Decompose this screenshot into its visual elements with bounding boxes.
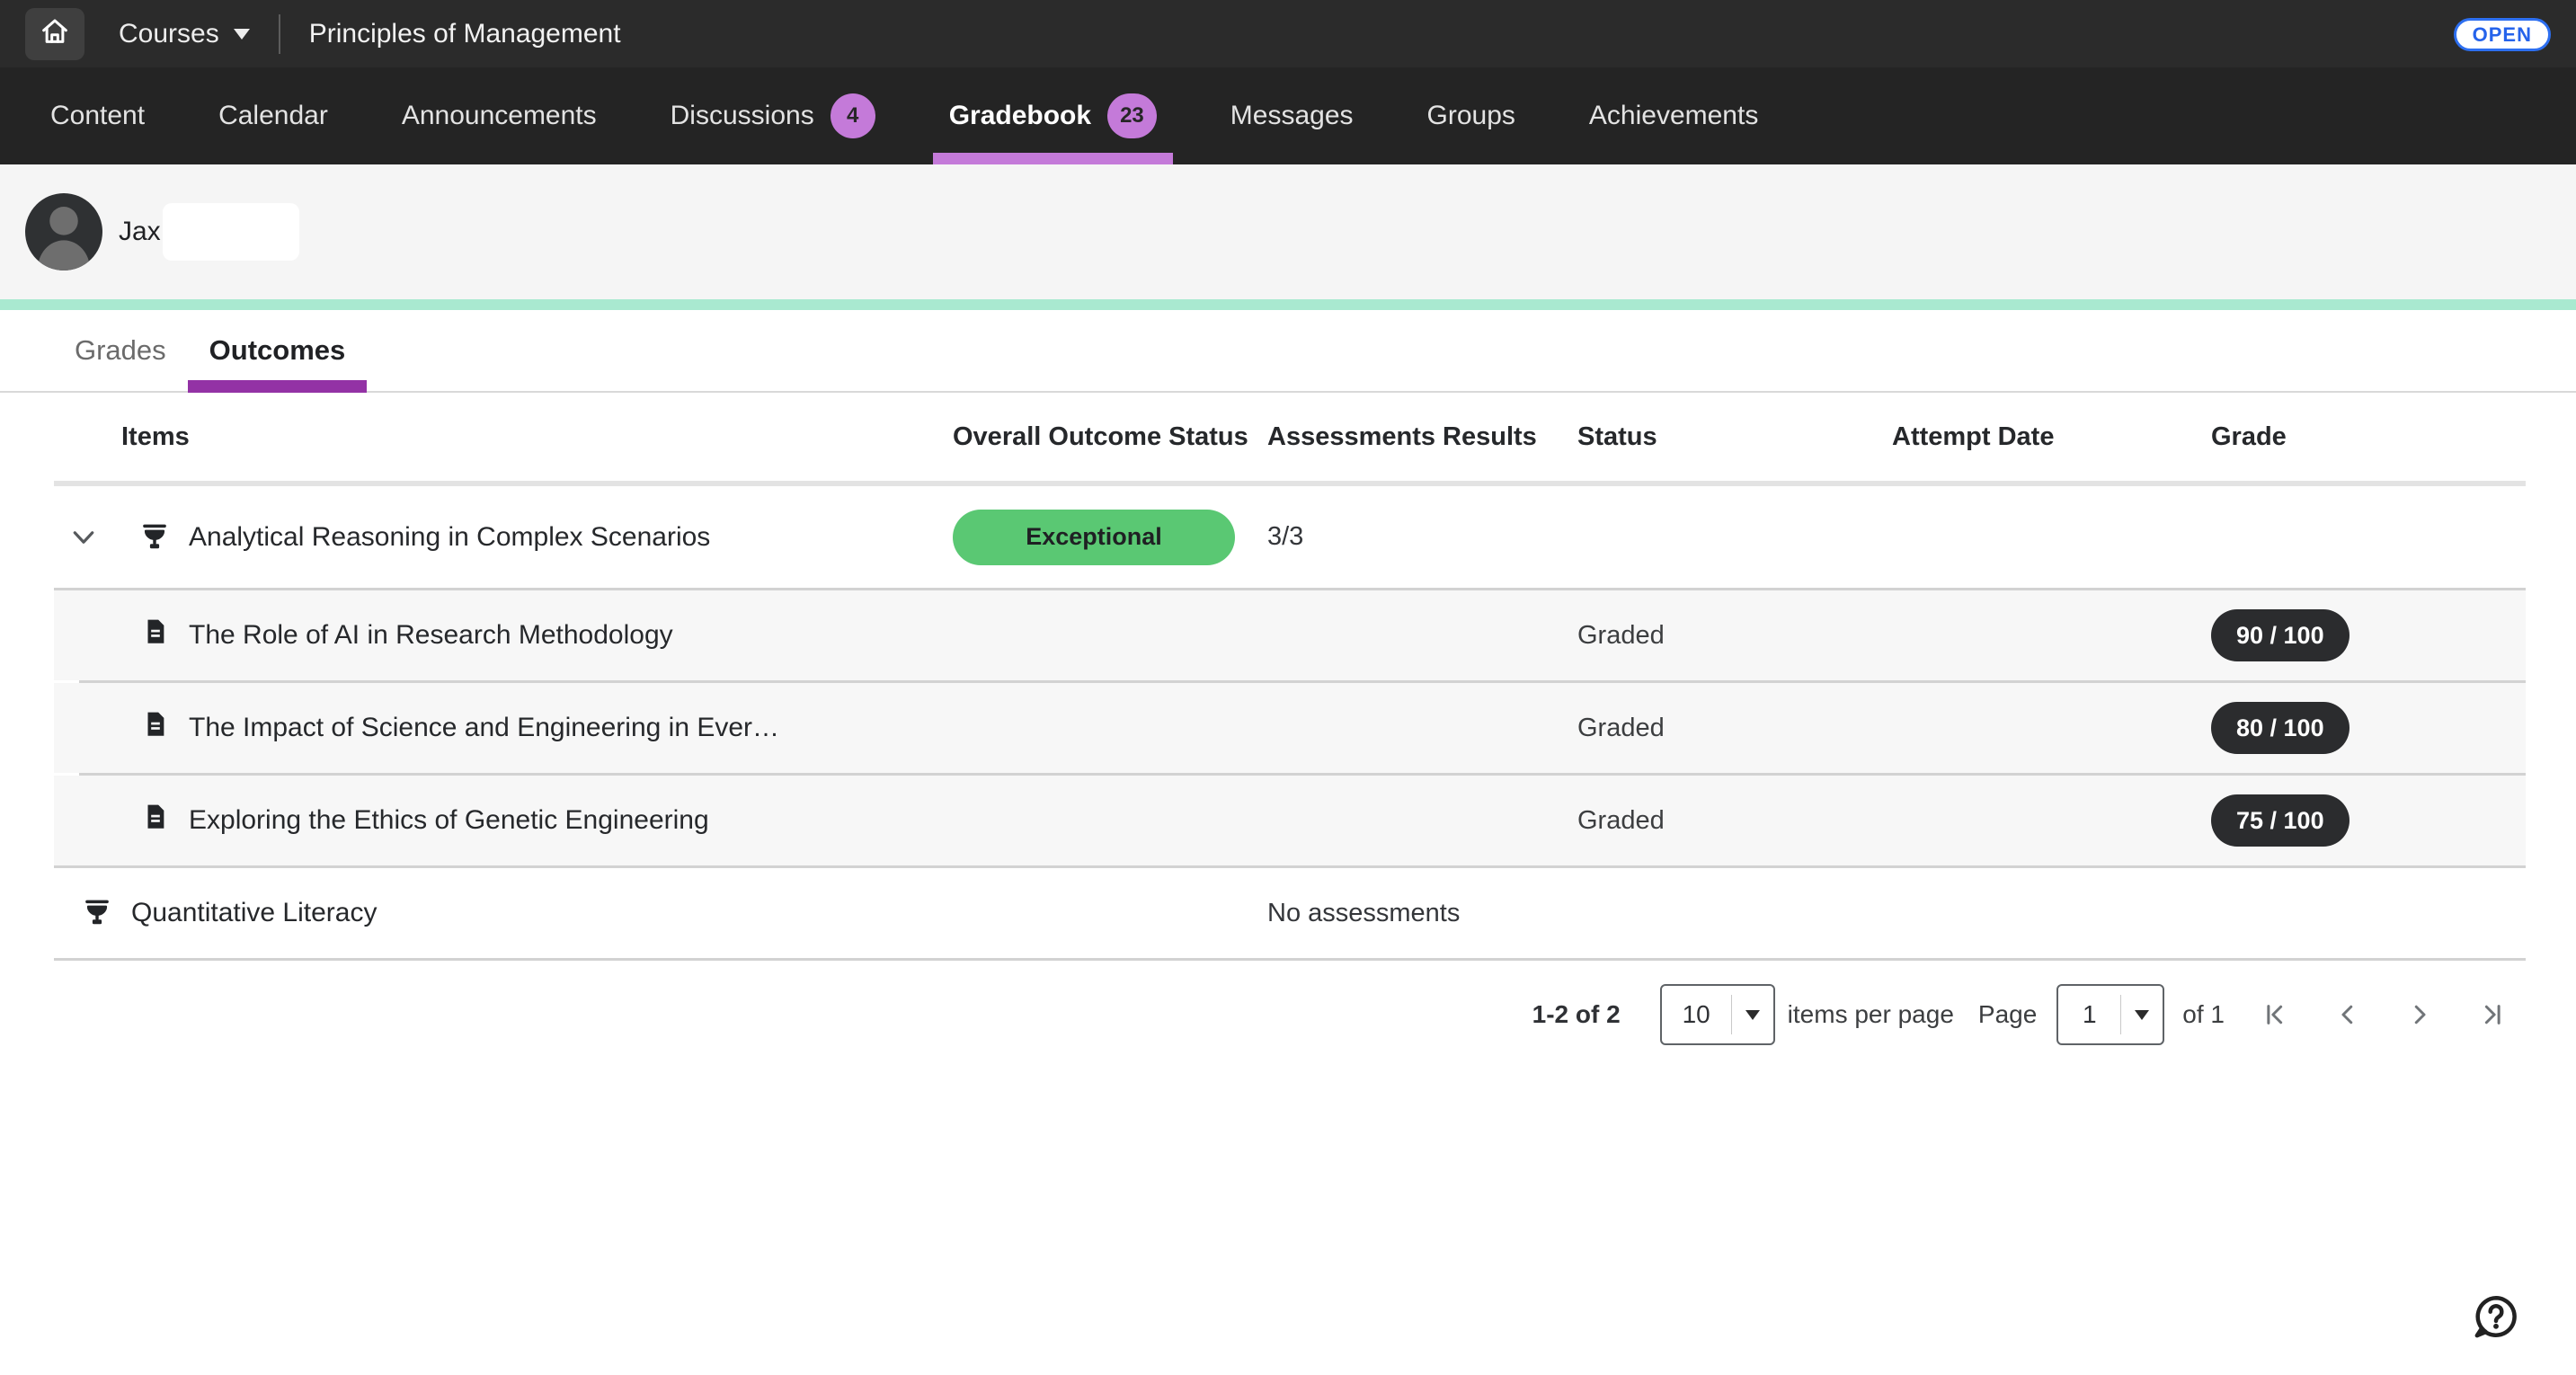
student-profile-strip: Jax bbox=[0, 164, 2576, 299]
chevron-down-icon bbox=[2135, 1010, 2149, 1020]
home-icon bbox=[38, 14, 72, 53]
items-per-page-value: 10 bbox=[1662, 1000, 1731, 1029]
page-count-label: of 1 bbox=[2182, 1000, 2225, 1029]
assessment-row-ethics-genetic-engineering: Exploring the Ethics of Genetic Engineer… bbox=[54, 776, 2526, 865]
outcome-row-analytical-reasoning: Analytical Reasoning in Complex Scenario… bbox=[54, 486, 2526, 588]
assessment-row-role-of-ai: The Role of AI in Research Methodology G… bbox=[54, 590, 2526, 680]
course-title: Principles of Management bbox=[309, 19, 621, 49]
col-header-assessments-results: Assessments Results bbox=[1267, 422, 1577, 452]
tab-label: Grades bbox=[75, 334, 166, 367]
document-icon bbox=[140, 802, 171, 839]
assessment-row-impact-of-science: The Impact of Science and Engineering in… bbox=[54, 683, 2526, 773]
last-page-icon bbox=[2478, 1001, 2505, 1028]
nav-item-discussions[interactable]: Discussions 4 bbox=[665, 67, 881, 164]
items-per-page-label: items per page bbox=[1788, 1000, 1954, 1029]
assessment-status: Graded bbox=[1577, 806, 1892, 836]
top-bar: Courses Principles of Management OPEN bbox=[0, 0, 2576, 67]
assessment-title: The Impact of Science and Engineering in… bbox=[189, 713, 779, 743]
chevron-down-icon bbox=[67, 521, 100, 554]
previous-page-button[interactable] bbox=[2334, 1001, 2361, 1028]
discussions-count-badge: 4 bbox=[831, 93, 875, 138]
nav-item-label: Content bbox=[50, 101, 145, 131]
avatar bbox=[25, 193, 102, 271]
pagination-bar: 1-2 of 2 10 items per page Page 1 of 1 bbox=[54, 961, 2526, 1069]
grade-pill: 80 / 100 bbox=[2211, 702, 2349, 754]
nav-item-content[interactable]: Content bbox=[45, 67, 150, 164]
previous-page-icon bbox=[2334, 1001, 2361, 1028]
course-nav: Content Calendar Announcements Discussio… bbox=[0, 67, 2576, 164]
assessment-title: Exploring the Ethics of Genetic Engineer… bbox=[189, 805, 709, 836]
chevron-down-icon bbox=[234, 29, 250, 40]
outcomes-table: Items Overall Outcome Status Assessments… bbox=[54, 393, 2526, 1069]
col-header-items: Items bbox=[54, 422, 953, 452]
page-number-value: 1 bbox=[2058, 1000, 2120, 1029]
nav-item-achievements[interactable]: Achievements bbox=[1584, 67, 1763, 164]
first-page-icon bbox=[2262, 1001, 2289, 1028]
outcome-title: Analytical Reasoning in Complex Scenario… bbox=[189, 522, 710, 553]
next-page-button[interactable] bbox=[2406, 1001, 2433, 1028]
grade-pill: 90 / 100 bbox=[2211, 609, 2349, 661]
col-header-attempt-date: Attempt Date bbox=[1892, 422, 2211, 452]
tab-outcomes[interactable]: Outcomes bbox=[188, 310, 368, 391]
outcome-row-quantitative-literacy: Quantitative Literacy No assessments bbox=[54, 868, 2526, 958]
student-first-name: Jax bbox=[119, 217, 161, 247]
gradebook-count-badge: 23 bbox=[1107, 93, 1157, 138]
collapse-outcome-button[interactable] bbox=[65, 519, 102, 556]
page-label: Page bbox=[1978, 1000, 2037, 1029]
open-status-badge: OPEN bbox=[2454, 18, 2551, 51]
nav-item-label: Announcements bbox=[402, 101, 597, 131]
nav-item-label: Groups bbox=[1427, 101, 1515, 131]
grade-pill: 75 / 100 bbox=[2211, 794, 2349, 847]
page-number-select[interactable]: 1 bbox=[2056, 984, 2164, 1045]
outcome-title: Quantitative Literacy bbox=[131, 898, 377, 928]
assessments-results-value: 3/3 bbox=[1267, 522, 1577, 552]
chalice-outcome-icon bbox=[138, 521, 171, 554]
col-header-status: Status bbox=[1577, 422, 1892, 452]
help-button[interactable] bbox=[2472, 1292, 2520, 1341]
home-button[interactable] bbox=[25, 8, 84, 60]
document-icon bbox=[140, 709, 171, 747]
nav-item-label: Achievements bbox=[1589, 101, 1758, 131]
nav-item-label: Messages bbox=[1230, 101, 1354, 131]
teal-accent-strip bbox=[0, 299, 2576, 310]
nav-item-groups[interactable]: Groups bbox=[1422, 67, 1521, 164]
nav-item-label: Gradebook bbox=[949, 101, 1091, 131]
overall-status-pill: Exceptional bbox=[953, 510, 1235, 565]
nav-item-announcements[interactable]: Announcements bbox=[396, 67, 602, 164]
col-header-overall-outcome-status: Overall Outcome Status bbox=[953, 422, 1267, 452]
chevron-down-icon bbox=[1745, 1010, 1760, 1020]
items-per-page-select[interactable]: 10 bbox=[1660, 984, 1775, 1045]
chalice-outcome-icon bbox=[81, 897, 113, 929]
redacted-name-box bbox=[163, 203, 299, 261]
nav-item-label: Discussions bbox=[671, 101, 814, 131]
last-page-button[interactable] bbox=[2478, 1001, 2505, 1028]
col-header-grade: Grade bbox=[2211, 422, 2526, 452]
nav-item-gradebook[interactable]: Gradebook 23 bbox=[944, 67, 1162, 164]
topbar-divider bbox=[279, 14, 280, 54]
first-page-button[interactable] bbox=[2262, 1001, 2289, 1028]
assessment-status: Graded bbox=[1577, 621, 1892, 651]
items-range-label: 1-2 of 2 bbox=[1532, 1000, 1621, 1029]
assessment-status: Graded bbox=[1577, 714, 1892, 743]
next-page-icon bbox=[2406, 1001, 2433, 1028]
gradebook-tabs: Grades Outcomes bbox=[0, 310, 2576, 393]
assessments-results-value: No assessments bbox=[1267, 899, 1577, 928]
courses-dropdown[interactable]: Courses bbox=[119, 19, 250, 49]
pager-controls bbox=[2262, 1001, 2505, 1028]
nav-item-calendar[interactable]: Calendar bbox=[213, 67, 333, 164]
nav-item-label: Calendar bbox=[218, 101, 328, 131]
assessment-title: The Role of AI in Research Methodology bbox=[189, 620, 673, 651]
tab-grades[interactable]: Grades bbox=[53, 310, 188, 391]
document-icon bbox=[140, 617, 171, 654]
table-header-row: Items Overall Outcome Status Assessments… bbox=[54, 393, 2526, 481]
courses-label: Courses bbox=[119, 19, 219, 49]
tab-label: Outcomes bbox=[209, 334, 346, 367]
help-question-bubble-icon bbox=[2472, 1292, 2520, 1341]
nav-item-messages[interactable]: Messages bbox=[1225, 67, 1359, 164]
